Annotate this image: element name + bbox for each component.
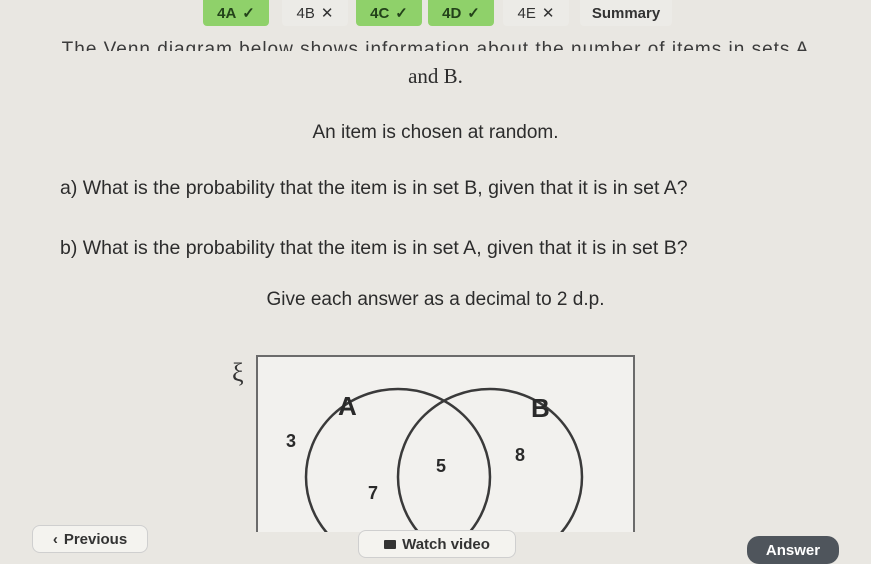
watch-video-button[interactable]: Watch video: [358, 530, 516, 558]
cross-icon: ✕: [320, 5, 334, 22]
tab-4b[interactable]: 4B ✕: [282, 0, 348, 26]
set-a-label: A: [338, 391, 357, 421]
question-chosen: An item is chosen at random.: [312, 122, 559, 143]
tab-4e[interactable]: 4E ✕: [503, 0, 569, 26]
a-only-value: 7: [368, 483, 379, 503]
tab-label: 4B: [296, 4, 315, 22]
tab-4d[interactable]: 4D ✓: [428, 0, 494, 26]
b-only-value: 8: [515, 445, 526, 465]
tab-4c[interactable]: 4C ✓: [356, 0, 422, 26]
chevron-left-icon: ‹: [52, 530, 58, 548]
check-icon: ✓: [467, 5, 480, 22]
intersection-value: 5: [436, 456, 447, 476]
universal-set-symbol: ξ: [232, 358, 244, 387]
tab-label: 4D: [442, 4, 462, 22]
venn-circles: [304, 387, 584, 532]
circle-a: [304, 387, 492, 532]
tab-label: Summary: [591, 4, 661, 22]
video-icon: [384, 539, 397, 549]
watch-video-label: Watch video: [402, 535, 490, 553]
question-tabs: 4A ✓ 4B ✕ 4C ✓ 4D ✓ 4E ✕ Summary: [0, 0, 871, 30]
set-b-label: B: [531, 393, 550, 423]
cross-icon: ✕: [541, 5, 555, 22]
venn-diagram: A B 3 7 5 8: [256, 355, 635, 532]
outside-value: 3: [286, 431, 297, 451]
question-part-b: b) What is the probability that the item…: [60, 237, 688, 259]
previous-label: Previous: [63, 530, 128, 548]
tab-label: 4E: [517, 4, 536, 22]
check-icon: ✓: [395, 5, 408, 22]
question-part-a: a) What is the probability that the item…: [60, 177, 688, 199]
answer-button[interactable]: Answer: [747, 536, 839, 564]
question-instruction: Give each answer as a decimal to 2 d.p.: [266, 289, 605, 310]
question-intro-end: and B.: [408, 64, 463, 88]
tab-label: 4A: [217, 4, 237, 22]
tab-summary[interactable]: Summary: [580, 0, 672, 26]
previous-button[interactable]: ‹ Previous: [32, 525, 148, 553]
tab-label: 4C: [370, 4, 390, 22]
answer-label: Answer: [765, 541, 821, 559]
circle-b: [396, 387, 584, 532]
question-intro-cut: The Venn diagram below shows information…: [61, 39, 810, 51]
check-icon: ✓: [242, 5, 255, 22]
tab-4a[interactable]: 4A ✓: [203, 0, 269, 26]
